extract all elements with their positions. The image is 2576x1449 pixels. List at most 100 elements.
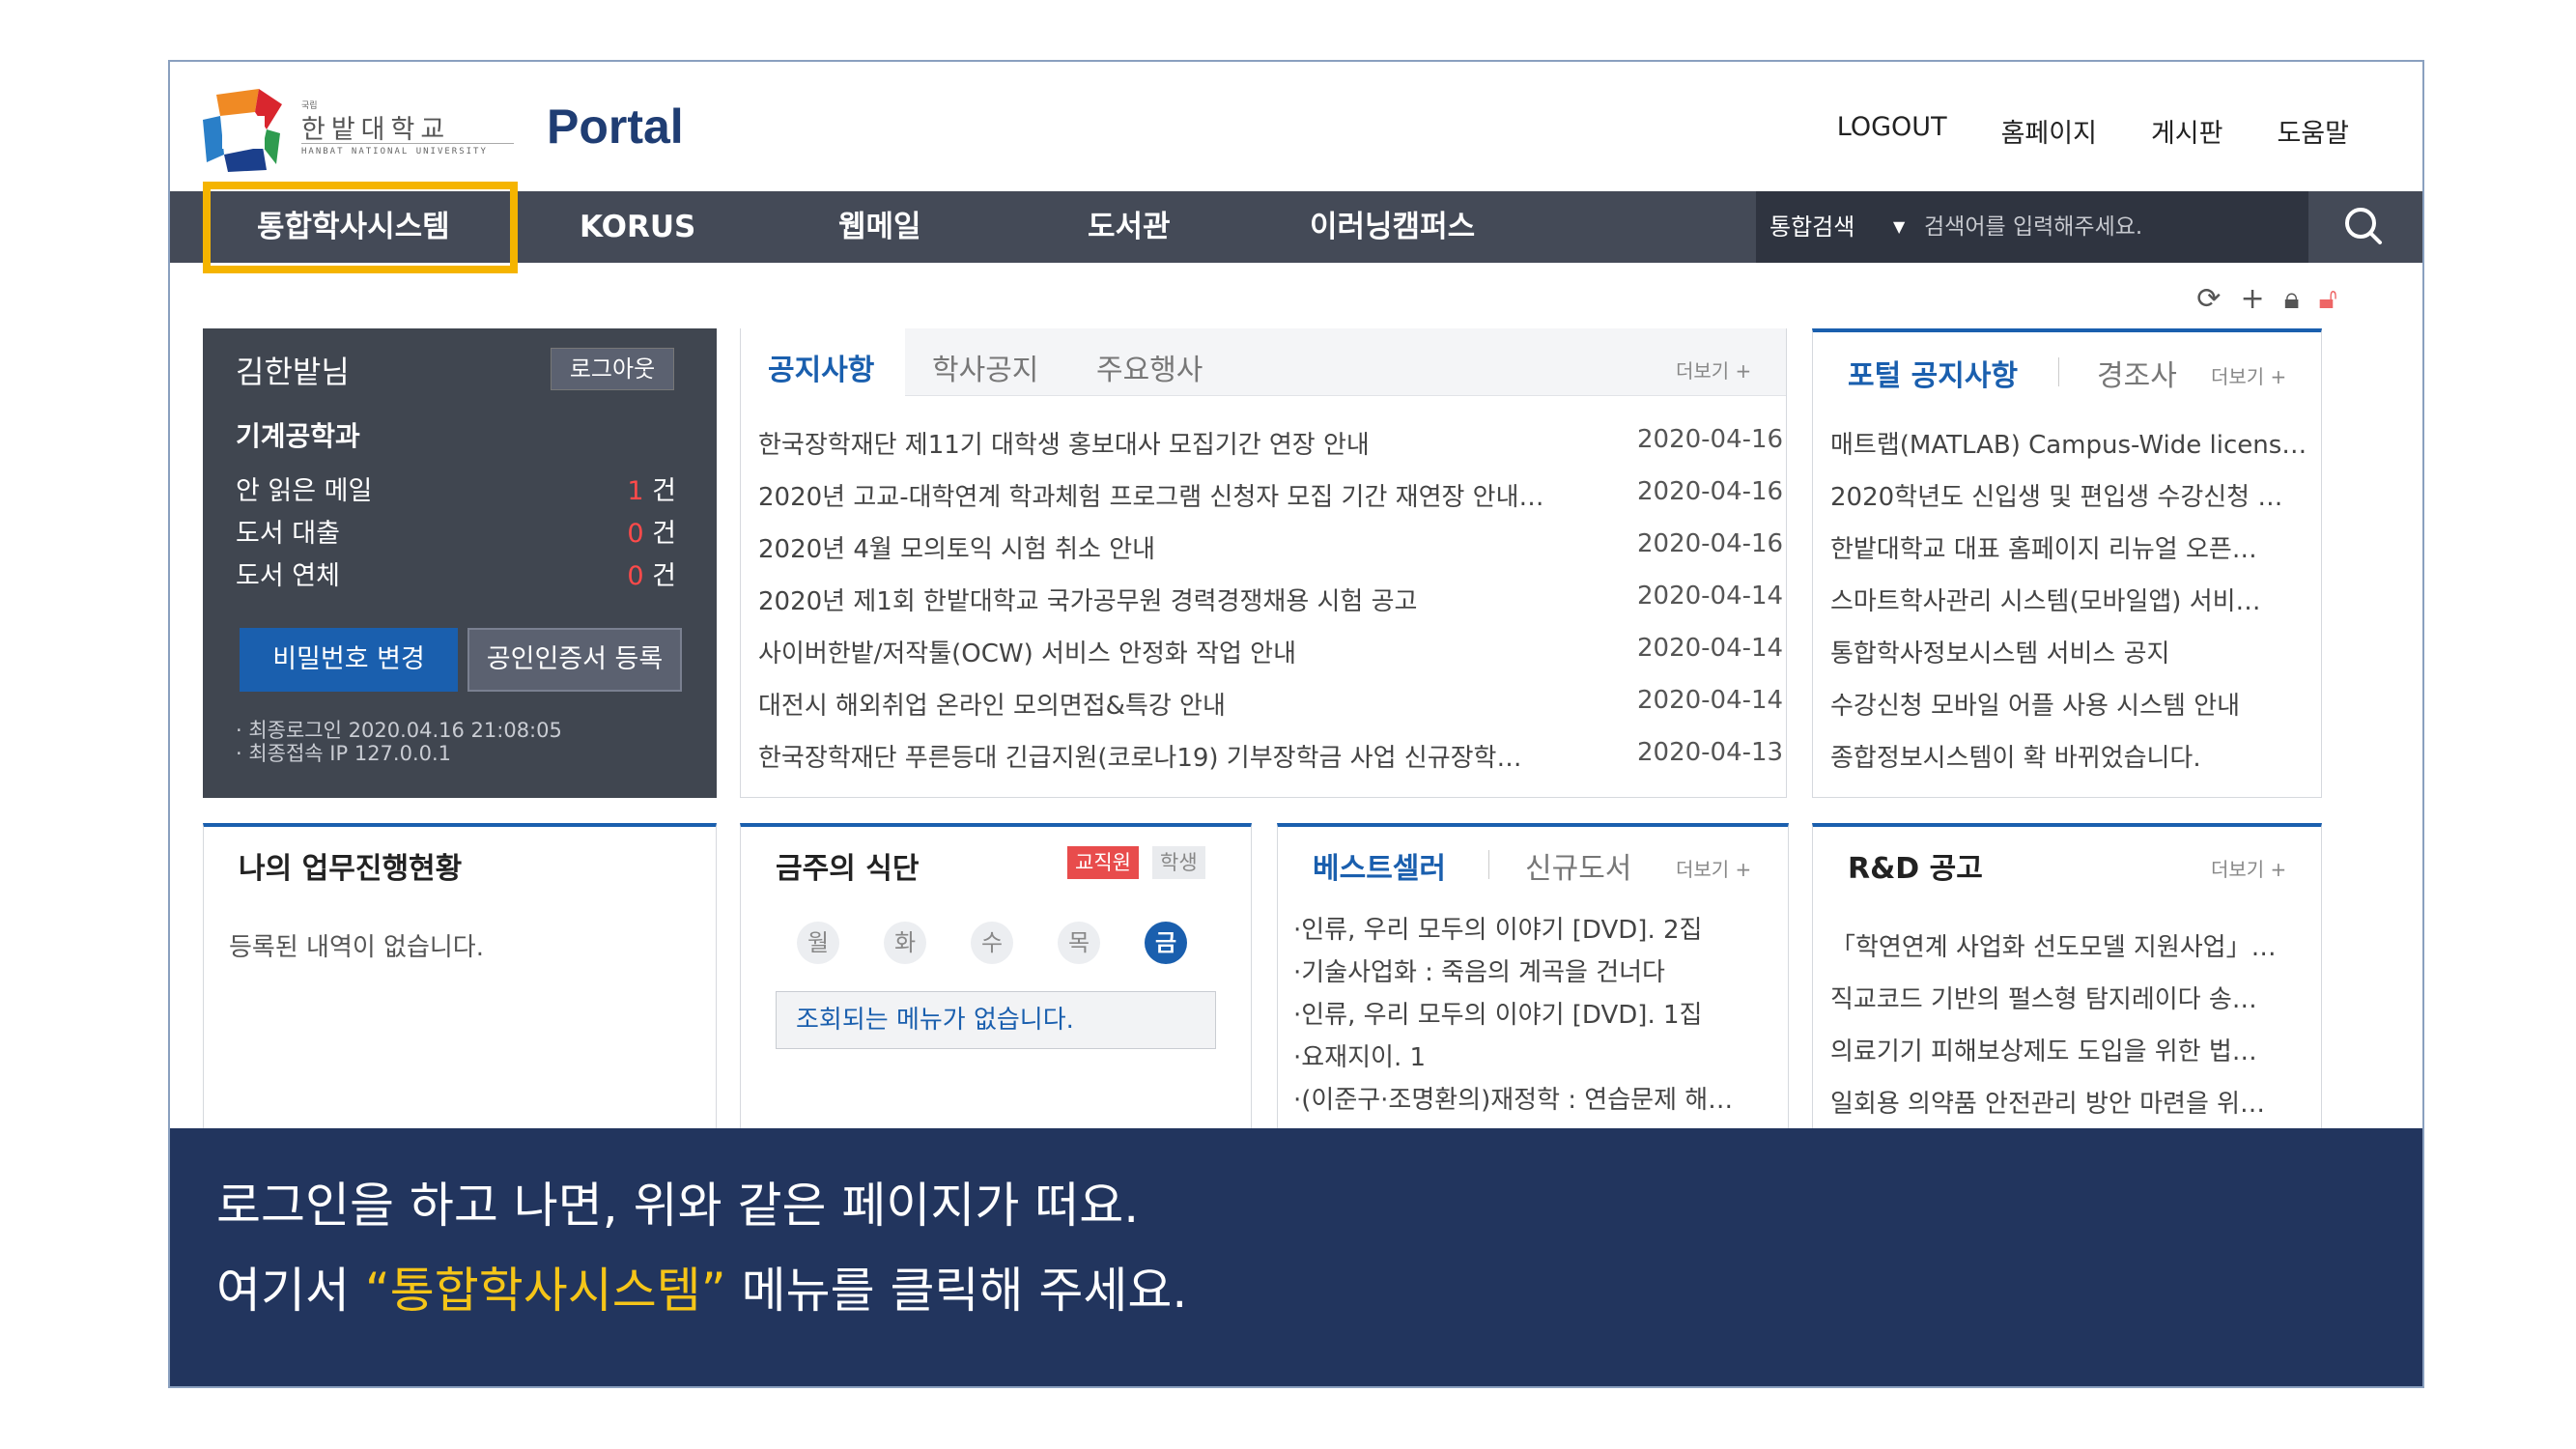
refresh-icon[interactable]: ⟳ <box>2196 282 2221 316</box>
day-fri[interactable]: 금 <box>1145 922 1187 964</box>
portal-notice-row[interactable]: 스마트학사관리 시스템(모바일앱) 서비… <box>1830 582 2313 617</box>
logout-link[interactable]: LOGOUT <box>1837 112 1947 150</box>
tab-staff[interactable]: 교직원 <box>1067 846 1139 879</box>
day-mon[interactable]: 월 <box>797 922 839 964</box>
lock-icon[interactable]: 🔒︎ <box>2284 282 2300 316</box>
tab-bestseller[interactable]: 베스트셀러 <box>1313 844 1446 887</box>
portal-notice-row[interactable]: 매트랩(MATLAB) Campus-Wide licens… <box>1830 425 2313 461</box>
work-status-title: 나의 업무진행현황 <box>239 852 463 886</box>
nav-item-elearning[interactable]: 이러닝캠퍼스 <box>1310 191 1475 263</box>
caption-banner: 로그인을 하고 나면, 위와 같은 페이지가 떠요. 여기서 “통합학사시스템”… <box>170 1128 2422 1386</box>
unlock-icon[interactable]: 🔓︎ <box>2319 282 2337 316</box>
day-wed[interactable]: 수 <box>971 922 1013 964</box>
work-status-empty: 등록된 내역이 없습니다. <box>229 933 484 962</box>
notices-more-link[interactable]: 더보기 + <box>1676 355 1751 384</box>
nav-item-library[interactable]: 도서관 <box>1088 191 1171 263</box>
top-links: LOGOUT 홈페이지 게시판 도움말 <box>1837 112 2349 150</box>
cafeteria-title: 금주의 식단 <box>776 852 920 886</box>
book-row[interactable]: ·인류, 우리 모두의 이야기 [DVD]. 1집 <box>1293 995 1776 1031</box>
book-row[interactable]: ·요재지이. 1 <box>1293 1037 1776 1073</box>
book-overdue-count[interactable]: 0 건 <box>599 554 676 592</box>
nav-item-korus[interactable]: KORUS <box>580 191 695 263</box>
notice-row[interactable]: 대전시 해외취업 온라인 모의면접&특강 안내 <box>758 686 1579 722</box>
rnd-more-link[interactable]: 더보기 + <box>2211 854 2286 882</box>
day-thu[interactable]: 목 <box>1058 922 1100 964</box>
book-loan-count[interactable]: 0 건 <box>599 512 676 550</box>
notice-row[interactable]: 2020년 4월 모의토익 시험 취소 안내 <box>758 529 1579 565</box>
search-input[interactable] <box>1920 191 2268 263</box>
logo-divider <box>301 143 514 144</box>
notice-row[interactable]: 사이버한밭/저작툴(OCW) 서비스 안정화 작업 안내 <box>758 634 1579 669</box>
rnd-row[interactable]: 직교코드 기반의 펄스형 탐지레이다 송… <box>1830 980 2313 1015</box>
unread-mail-label: 안 읽은 메일 <box>236 476 373 506</box>
notice-date: 2020-04-16 <box>1637 529 1784 558</box>
books-panel: 베스트셀러 신규도서 더보기 + ·인류, 우리 모두의 이야기 [DVD]. … <box>1277 823 1789 1151</box>
board-link[interactable]: 게시판 <box>2151 112 2223 150</box>
user-panel: 김한밭님 로그아웃 기계공학과 안 읽은 메일 1 건 도서 대출 0 건 도서… <box>203 328 717 798</box>
tab-student[interactable]: 학생 <box>1152 846 1205 879</box>
rnd-panel: R&D 공고 더보기 + 「학연연계 사업화 선도모델 지원사업」… 직교코드 … <box>1812 823 2322 1151</box>
caption-line-2: 여기서 “통합학사시스템” 메뉴를 클릭해 주세요. <box>216 1263 1188 1319</box>
tab-notices[interactable]: 공지사항 <box>768 346 874 388</box>
rnd-row[interactable]: 「학연연계 사업화 선도모델 지원사업」… <box>1830 927 2313 963</box>
help-link[interactable]: 도움말 <box>2277 112 2349 150</box>
header: 국립 한밭대학교 HANBAT NATIONAL UNIVERSITY Port… <box>170 62 2422 191</box>
portal-notice-row[interactable]: 수강신청 모바일 어플 사용 시스템 안내 <box>1830 686 2313 722</box>
homepage-link[interactable]: 홈페이지 <box>2001 112 2097 150</box>
utility-icons: ⟳ + 🔒︎ 🔓︎ <box>2196 282 2337 316</box>
notice-row[interactable]: 한국장학재단 푸른등대 긴급지원(코로나19) 기부장학금 사업 신규장학… <box>758 738 1579 774</box>
unread-mail-count[interactable]: 1 건 <box>599 469 676 507</box>
notice-date: 2020-04-16 <box>1637 477 1784 506</box>
tab-events[interactable]: 주요행사 <box>1096 346 1203 388</box>
tab-academic-notices[interactable]: 학사공지 <box>932 346 1038 388</box>
book-row[interactable]: ·인류, 우리 모두의 이야기 [DVD]. 2집 <box>1293 910 1776 946</box>
books-more-link[interactable]: 더보기 + <box>1676 854 1751 882</box>
notice-row[interactable]: 2020년 제1회 한밭대학교 국가공무원 경력경쟁채용 시험 공고 <box>758 582 1579 617</box>
search-button[interactable] <box>2308 191 2422 263</box>
highlight-box <box>203 182 518 273</box>
notice-date: 2020-04-16 <box>1637 425 1784 454</box>
rnd-row[interactable]: 의료기기 피해보상제도 도입을 위한 법… <box>1830 1032 2313 1067</box>
notice-date: 2020-04-13 <box>1637 738 1784 767</box>
department: 기계공학과 <box>236 420 360 452</box>
cafeteria-panel: 금주의 식단 교직원 학생 월 화 수 목 금 조회되는 메뉴가 없습니다. <box>740 823 1252 1151</box>
book-loan-label: 도서 대출 <box>236 519 340 549</box>
portal-title[interactable]: Portal <box>547 99 684 155</box>
search-scope-select[interactable]: 통합검색 <box>1769 191 1854 263</box>
rnd-row[interactable]: 일회용 의약품 안전관리 방안 마련을 위… <box>1830 1084 2313 1120</box>
portal-notice-row[interactable]: 2020학년도 신입생 및 편입생 수강신청 … <box>1830 477 2313 513</box>
user-name: 김한밭님 <box>236 354 350 390</box>
tab-portal-notices[interactable]: 포털 공지사항 <box>1848 352 2018 394</box>
notices-panel: 공지사항 학사공지 주요행사 더보기 + 한국장학재단 제11기 대학생 홍보대… <box>740 328 1787 798</box>
portal-notice-row[interactable]: 통합학사정보시스템 서비스 공지 <box>1830 634 2313 669</box>
change-password-button[interactable]: 비밀번호 변경 <box>240 628 458 692</box>
nav-item-webmail[interactable]: 웹메일 <box>838 191 921 263</box>
register-cert-button[interactable]: 공인인증서 등록 <box>467 628 682 692</box>
notice-row[interactable]: 2020년 고교-대학연계 학과체험 프로그램 신청자 모집 기간 재연장 안내… <box>758 477 1579 513</box>
university-logo[interactable] <box>199 87 286 172</box>
portal-notices-more-link[interactable]: 더보기 + <box>2211 361 2286 389</box>
caption-line-1: 로그인을 하고 나면, 위와 같은 페이지가 떠요. <box>216 1178 1140 1234</box>
book-row[interactable]: ·(이준구·조명환의)재정학 : 연습문제 해… <box>1293 1080 1776 1116</box>
notice-date: 2020-04-14 <box>1637 686 1784 715</box>
dropdown-arrow-icon[interactable]: ▼ <box>1893 191 1905 263</box>
logout-button[interactable]: 로그아웃 <box>551 348 674 390</box>
book-row[interactable]: ·기술사업화 : 죽음의 계곡을 건너다 <box>1293 952 1776 988</box>
school-name: 한밭대학교 <box>301 115 451 145</box>
notice-row[interactable]: 한국장학재단 제11기 대학생 홍보대사 모집기간 연장 안내 <box>758 425 1579 461</box>
search-icon <box>2345 208 2382 244</box>
tab-new-books[interactable]: 신규도서 <box>1525 844 1631 887</box>
tab-condolences[interactable]: 경조사 <box>2097 352 2177 394</box>
portal-notice-row[interactable]: 종합정보시스템이 확 바뀌었습니다. <box>1830 738 2313 774</box>
rnd-title: R&D 공고 <box>1848 852 1983 886</box>
school-name-en: HANBAT NATIONAL UNIVERSITY <box>301 147 488 156</box>
day-tue[interactable]: 화 <box>884 922 926 964</box>
menu-empty-message: 조회되는 메뉴가 없습니다. <box>776 991 1216 1049</box>
work-status-panel: 나의 업무진행현황 등록된 내역이 없습니다. <box>203 823 717 1151</box>
portal-notice-row[interactable]: 한밭대학교 대표 홈페이지 리뉴얼 오픈… <box>1830 529 2313 565</box>
portal-notices-panel: 포털 공지사항 경조사 더보기 + 매트랩(MATLAB) Campus-Wid… <box>1812 328 2322 798</box>
book-overdue-label: 도서 연체 <box>236 561 340 591</box>
notice-date: 2020-04-14 <box>1637 582 1784 611</box>
search-bar: 통합검색 ▼ <box>1756 191 2422 263</box>
add-icon[interactable]: + <box>2240 282 2264 316</box>
